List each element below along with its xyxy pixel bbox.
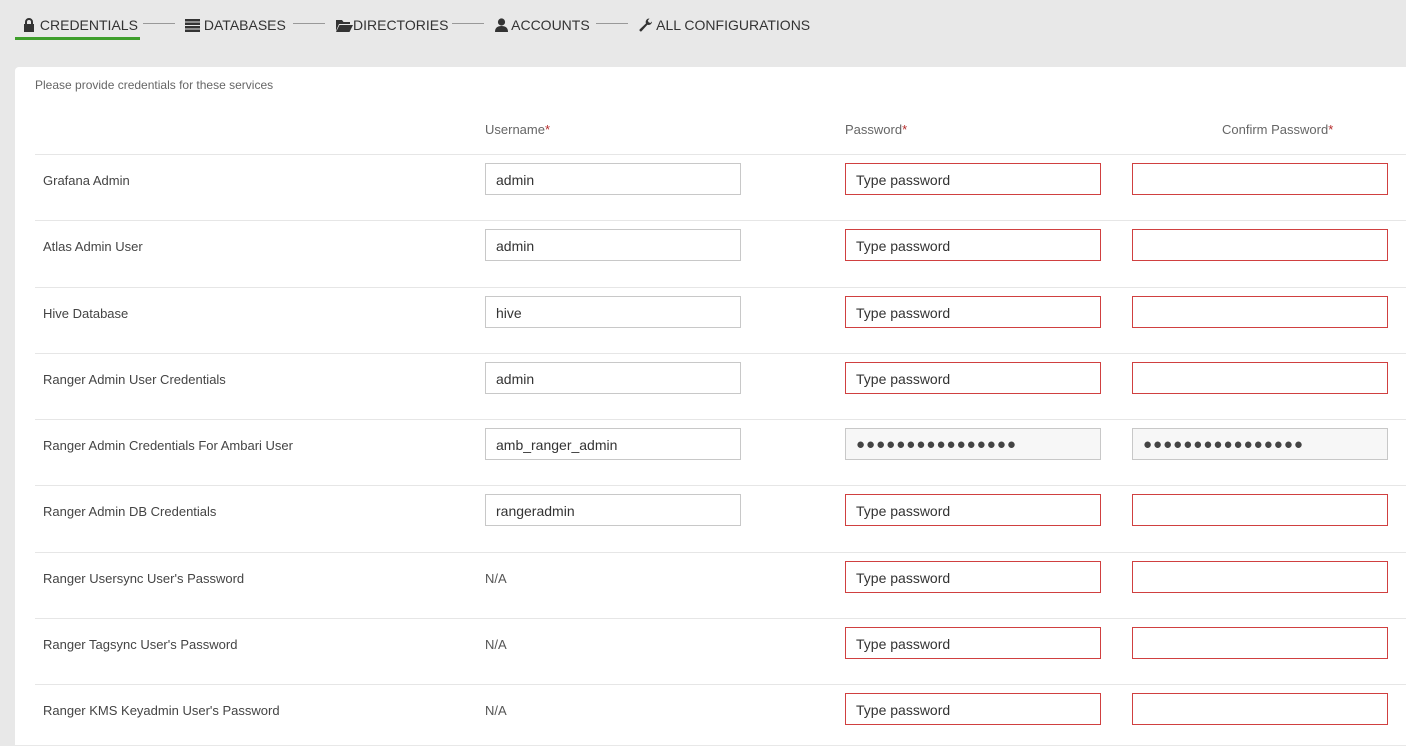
username-na: N/A — [485, 703, 507, 718]
confirm-password-input[interactable] — [1132, 296, 1388, 328]
username-input[interactable]: admin — [485, 362, 741, 394]
password-input[interactable]: Type password — [845, 229, 1101, 261]
username-na: N/A — [485, 637, 507, 652]
tab-databases[interactable]: DATABASES — [185, 15, 286, 37]
service-label: Ranger KMS Keyadmin User's Password — [43, 703, 280, 718]
username-input[interactable]: amb_ranger_admin — [485, 428, 741, 460]
credential-row: Ranger Admin DB Credentials rangeradmin … — [35, 485, 1406, 552]
step-divider — [452, 23, 484, 24]
confirm-password-input[interactable] — [1132, 362, 1388, 394]
password-input[interactable]: Type password — [845, 296, 1101, 328]
service-label: Ranger Admin Credentials For Ambari User — [43, 438, 293, 453]
lock-icon — [22, 17, 36, 37]
step-divider — [293, 23, 325, 24]
confirm-password-input[interactable] — [1132, 693, 1388, 725]
username-input[interactable]: admin — [485, 229, 741, 261]
confirm-password-input[interactable] — [1132, 561, 1388, 593]
confirm-password-input[interactable]: ●●●●●●●●●●●●●●●● — [1132, 428, 1388, 460]
tab-credentials[interactable]: CREDENTIALS — [22, 15, 138, 37]
list-icon — [185, 17, 200, 37]
confirm-password-input[interactable] — [1132, 163, 1388, 195]
wrench-icon — [639, 17, 653, 37]
tab-label: ALL CONFIGURATIONS — [656, 17, 811, 33]
service-label: Grafana Admin — [43, 173, 130, 188]
tab-label: CREDENTIALS — [39, 17, 138, 33]
tab-label: DIRECTORIES — [353, 17, 449, 33]
tab-all-configurations[interactable]: ALL CONFIGURATIONS — [639, 15, 810, 37]
folder-open-icon — [336, 17, 353, 37]
required-mark: * — [902, 122, 908, 137]
password-header: Password* — [845, 122, 908, 137]
tab-accounts[interactable]: ACCOUNTS — [495, 15, 590, 37]
service-label: Atlas Admin User — [43, 239, 143, 254]
credentials-panel: Please provide credentials for these ser… — [15, 67, 1406, 745]
intro-text: Please provide credentials for these ser… — [35, 78, 274, 92]
user-icon — [495, 17, 508, 37]
password-input[interactable]: ●●●●●●●●●●●●●●●● — [845, 428, 1101, 460]
tab-label: ACCOUNTS — [511, 17, 590, 33]
required-mark: * — [544, 122, 551, 137]
credential-row: Atlas Admin User admin Type password — [35, 220, 1406, 287]
service-label: Ranger Admin DB Credentials — [43, 504, 217, 519]
credential-row: Ranger Admin User Credentials admin Type… — [35, 353, 1406, 420]
tab-label: DATABASES — [203, 17, 286, 33]
credential-row: Hive Database hive Type password — [35, 287, 1406, 354]
password-input[interactable]: Type password — [845, 693, 1101, 725]
username-input[interactable]: hive — [485, 296, 741, 328]
username-na: N/A — [485, 571, 507, 586]
confirm-password-input[interactable] — [1132, 229, 1388, 261]
confirm-password-header: Confirm Password* — [1222, 122, 1334, 137]
credential-row: Ranger KMS Keyadmin User's Password N/A … — [35, 684, 1406, 746]
service-label: Hive Database — [43, 306, 129, 321]
username-header: Username* — [485, 122, 551, 137]
credential-row: Ranger Tagsync User's Password N/A Type … — [35, 618, 1406, 685]
credential-row: Ranger Usersync User's Password N/A Type… — [35, 552, 1406, 619]
active-tab-indicator — [15, 37, 140, 40]
service-label: Ranger Admin User Credentials — [43, 372, 226, 387]
tab-directories[interactable]: DIRECTORIES — [336, 15, 448, 37]
service-label: Ranger Usersync User's Password — [43, 571, 245, 586]
wizard-step-tabs: CREDENTIALS DATABASES DIRECTORIES ACCOUN… — [0, 0, 1406, 67]
username-input[interactable]: rangeradmin — [485, 494, 741, 526]
step-divider — [143, 23, 175, 24]
password-input[interactable]: Type password — [845, 627, 1101, 659]
password-input[interactable]: Type password — [845, 561, 1101, 593]
required-mark: * — [1328, 122, 1334, 137]
username-input[interactable]: admin — [485, 163, 741, 195]
password-input[interactable]: Type password — [845, 362, 1101, 394]
credential-row: Ranger Admin Credentials For Ambari User… — [35, 419, 1406, 486]
credential-row: Grafana Admin admin Type password — [35, 154, 1406, 221]
service-label: Ranger Tagsync User's Password — [43, 637, 238, 652]
password-input[interactable]: Type password — [845, 163, 1101, 195]
password-input[interactable]: Type password — [845, 494, 1101, 526]
confirm-password-input[interactable] — [1132, 494, 1388, 526]
confirm-password-input[interactable] — [1132, 627, 1388, 659]
step-divider — [596, 23, 628, 24]
